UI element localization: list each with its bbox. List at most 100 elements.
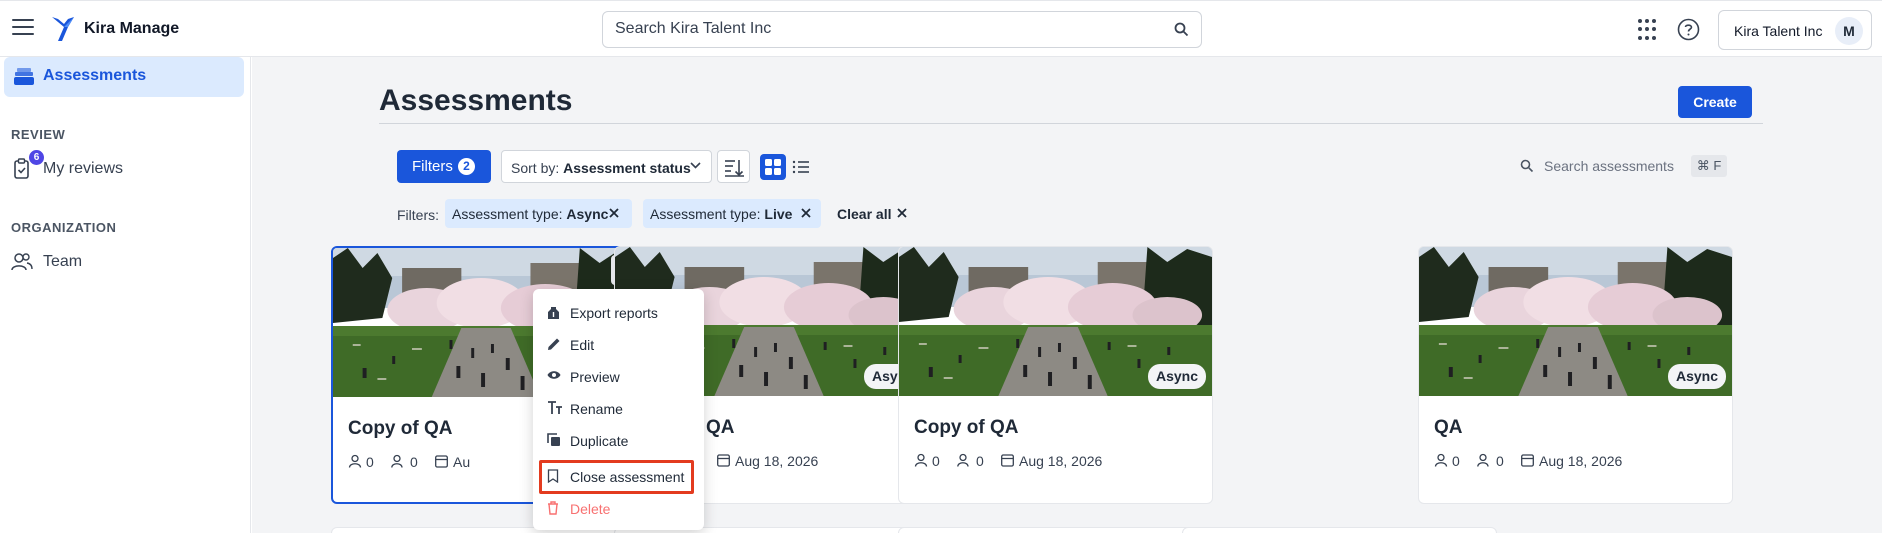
list-view-icon[interactable] <box>791 156 811 178</box>
reviewer-count: 0 <box>1452 453 1460 469</box>
chip-value: Live <box>764 206 793 222</box>
assigned-count: 0 <box>1496 453 1504 469</box>
org-switcher-button[interactable]: Kira Talent Inc M <box>1718 10 1872 50</box>
menu-item-label: Preview <box>570 369 620 385</box>
sidebar-item-label: Team <box>43 253 83 270</box>
export-icon <box>548 307 559 319</box>
clear-all-label: Clear all <box>837 206 892 222</box>
grid-view-icon <box>765 159 781 175</box>
keyboard-shortcut-hint: ⌘ F <box>1691 155 1727 177</box>
sidebar-item-team[interactable]: Team <box>11 250 211 276</box>
reviewer-count: 0 <box>932 453 940 469</box>
text-icon <box>548 401 562 414</box>
clear-all-filters-button[interactable]: Clear all <box>837 199 917 228</box>
calendar-icon <box>435 455 448 468</box>
sort-direction-button[interactable] <box>717 150 750 183</box>
user-icon <box>1434 453 1448 467</box>
menu-item-label: Duplicate <box>570 433 629 449</box>
filter-chip-async: Assessment type: Async <box>445 199 632 228</box>
sort-value: Assessment status <box>563 160 691 176</box>
chevron-down-icon <box>690 162 701 169</box>
help-icon[interactable] <box>1677 18 1700 41</box>
filters-button[interactable]: Filters 2 <box>397 150 491 183</box>
global-search-input[interactable] <box>615 20 1155 38</box>
menu-item-rename[interactable]: Rename <box>533 395 704 423</box>
menu-item-export-reports[interactable]: Export reports <box>533 299 704 327</box>
card-title: QA <box>1434 417 1463 438</box>
card-date: Aug 18, 2026 <box>1019 453 1103 469</box>
user-check-icon <box>391 454 403 468</box>
menu-item-label: Delete <box>570 501 611 517</box>
title-divider <box>379 123 1763 124</box>
card-date: Aug 18, 2026 <box>1539 453 1623 469</box>
highlight-annotation-box <box>539 460 694 494</box>
filter-chip-live: Assessment type: Live <box>643 199 821 228</box>
assessment-card[interactable] <box>1182 527 1497 533</box>
filters-button-label: Filters <box>412 158 453 175</box>
user-icon <box>914 453 928 467</box>
assessment-card[interactable]: Async Copy of QA 0 0 Aug 18, 2026 <box>898 246 1213 504</box>
sidebar-item-my-reviews[interactable]: 6 My reviews <box>11 150 211 183</box>
sidebar-item-assessments[interactable]: Assessments <box>4 57 244 97</box>
menu-item-delete[interactable]: Delete <box>533 495 704 523</box>
chip-value: Async <box>566 206 609 222</box>
top-bar: Kira Manage Kira Talent Inc M <box>0 0 1882 57</box>
users-icon <box>11 253 33 271</box>
user-check-icon <box>957 453 969 467</box>
sort-select[interactable]: Sort by: Assessment status <box>501 150 712 183</box>
assigned-count: 0 <box>410 454 418 470</box>
chip-prefix: Assessment type: <box>650 206 765 222</box>
menu-item-label: Rename <box>570 401 623 417</box>
card-title: Copy of QA <box>348 418 453 439</box>
calendar-icon <box>1521 454 1534 467</box>
sidebar: Assessments REVIEW 6 My reviews ORGANIZA… <box>0 57 251 533</box>
card-date: Au <box>453 454 471 470</box>
sort-descending-icon <box>725 160 744 177</box>
menu-item-preview[interactable]: Preview <box>533 363 704 391</box>
apps-grid-icon[interactable] <box>1638 19 1660 41</box>
active-filters-label: Filters: <box>397 207 439 223</box>
menu-item-label: Edit <box>570 337 595 353</box>
assessment-card[interactable] <box>898 527 1213 533</box>
page-title: Assessments <box>379 84 573 117</box>
app-name: Kira Manage <box>84 20 180 37</box>
grid-view-button[interactable] <box>760 154 786 180</box>
menu-item-edit[interactable]: Edit <box>533 331 704 359</box>
close-icon <box>897 208 907 218</box>
assessment-type-badge: Async <box>1667 364 1726 389</box>
create-button[interactable]: Create <box>1678 86 1752 118</box>
menu-item-duplicate[interactable]: Duplicate <box>533 427 704 455</box>
assessment-search-input[interactable] <box>1544 158 1694 174</box>
user-icon <box>348 454 362 468</box>
remove-filter-icon[interactable] <box>801 208 811 218</box>
review-count-badge: 6 <box>29 150 44 165</box>
assessment-type-badge: Async <box>1147 364 1206 389</box>
avatar: M <box>1835 17 1863 45</box>
org-name: Kira Talent Inc <box>1734 23 1823 39</box>
sidebar-section-organization: ORGANIZATION <box>11 220 117 235</box>
filters-count-badge: 2 <box>458 158 475 175</box>
reviewer-count: 0 <box>366 454 374 470</box>
calendar-icon <box>1001 454 1014 467</box>
card-date: Aug 18, 2026 <box>735 453 819 469</box>
sort-prefix: Sort by: <box>511 160 564 176</box>
assessment-search[interactable]: ⌘ F <box>1520 150 1745 183</box>
trash-icon <box>548 501 558 515</box>
menu-item-label: Export reports <box>570 305 658 321</box>
search-icon <box>1520 159 1534 173</box>
global-search[interactable] <box>602 11 1202 48</box>
chip-prefix: Assessment type: <box>452 206 567 222</box>
assessments-stack-icon <box>14 68 34 85</box>
user-check-icon <box>1477 453 1489 467</box>
sidebar-item-label: My reviews <box>43 160 124 177</box>
sidebar-item-label: Assessments <box>43 67 147 84</box>
search-icon[interactable] <box>1174 22 1189 37</box>
sidebar-section-review: REVIEW <box>11 127 66 142</box>
eye-icon <box>547 371 561 379</box>
hamburger-menu-icon[interactable] <box>12 19 34 39</box>
remove-filter-icon[interactable] <box>609 208 619 218</box>
pencil-icon <box>548 338 560 350</box>
assigned-count: 0 <box>976 453 984 469</box>
main-content: Assessments Create Filters 2 Sort by: As… <box>252 57 1882 533</box>
assessment-card[interactable]: Async QA 0 0 Aug 18, 2026 <box>1418 246 1733 504</box>
